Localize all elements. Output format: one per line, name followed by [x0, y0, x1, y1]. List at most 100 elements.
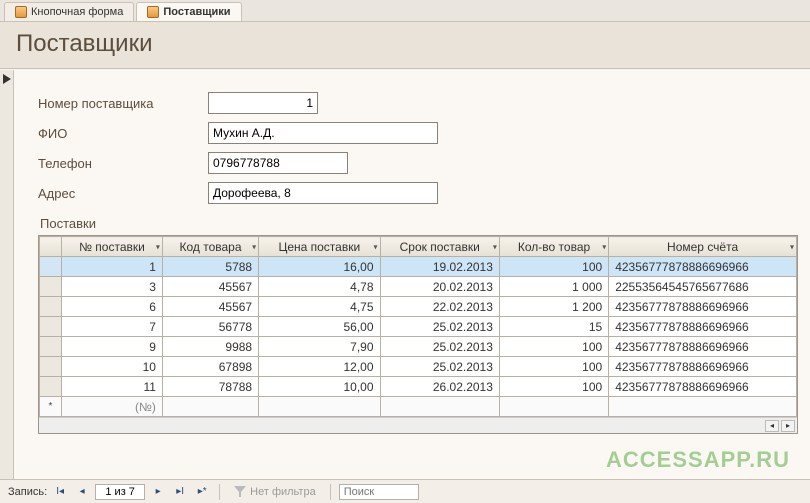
cell-date[interactable]: 25.02.2013 — [380, 357, 499, 377]
subform-title: Поставки — [40, 216, 790, 231]
row-selector[interactable] — [40, 357, 62, 377]
cell-no[interactable]: 9 — [62, 337, 163, 357]
dropdown-icon[interactable]: ▾ — [602, 242, 606, 251]
cell-no[interactable]: 6 — [62, 297, 163, 317]
cell-code[interactable]: 67898 — [162, 357, 258, 377]
cell-no[interactable]: 7 — [62, 317, 163, 337]
cell-no[interactable]: 10 — [62, 357, 163, 377]
nav-prev-button[interactable]: ◂ — [73, 484, 91, 500]
row-selector[interactable] — [40, 277, 62, 297]
cell-no[interactable]: 11 — [62, 377, 163, 397]
cell-price[interactable]: 4,78 — [259, 277, 380, 297]
filter-indicator[interactable]: Нет фильтра — [228, 486, 322, 498]
input-address[interactable] — [208, 182, 438, 204]
nav-first-button[interactable]: I◂ — [51, 484, 69, 500]
label-supplier-id: Номер поставщика — [38, 96, 208, 111]
scroll-left-icon[interactable]: ◂ — [765, 420, 779, 432]
cell-qty[interactable]: 15 — [499, 317, 608, 337]
cell-date[interactable]: 22.02.2013 — [380, 297, 499, 317]
form-header: Поставщики — [0, 22, 810, 69]
nav-position-input[interactable] — [95, 484, 145, 500]
cell-code[interactable]: 45567 — [162, 297, 258, 317]
cell-acct[interactable]: 42356777878886696966 — [609, 317, 797, 337]
cell-acct[interactable]: 42356777878886696966 — [609, 257, 797, 277]
table-row[interactable]: 106789812,0025.02.2013100423567778788866… — [40, 357, 797, 377]
cell-qty[interactable]: 100 — [499, 257, 608, 277]
input-supplier-id[interactable] — [208, 92, 318, 114]
dropdown-icon[interactable]: ▾ — [374, 242, 378, 251]
input-phone[interactable] — [208, 152, 348, 174]
cell-acct[interactable]: 42356777878886696966 — [609, 377, 797, 397]
cell-price[interactable]: 12,00 — [259, 357, 380, 377]
input-fio[interactable] — [208, 122, 438, 144]
cell-code[interactable]: 5788 — [162, 257, 258, 277]
tab-suppliers[interactable]: Поставщики — [136, 2, 241, 21]
table-new-row[interactable]: *(№) — [40, 397, 797, 417]
table-row[interactable]: 1578816,0019.02.201310042356777878886696… — [40, 257, 797, 277]
select-all-cell[interactable] — [40, 237, 62, 257]
cell-acct[interactable]: 22553564545765677686 — [609, 277, 797, 297]
grid-horizontal-scrollbar[interactable]: ◂ ▸ — [39, 417, 797, 433]
dropdown-icon[interactable]: ▾ — [790, 242, 794, 251]
col-header-acct[interactable]: Номер счёта▾ — [609, 237, 797, 257]
nav-last-button[interactable]: ▸I — [171, 484, 189, 500]
dropdown-icon[interactable]: ▾ — [252, 242, 256, 251]
cell-qty[interactable]: 100 — [499, 337, 608, 357]
cell-no[interactable]: 3 — [62, 277, 163, 297]
cell-price[interactable]: 10,00 — [259, 377, 380, 397]
cell-date[interactable]: 26.02.2013 — [380, 377, 499, 397]
table-row[interactable]: 117878810,0026.02.2013100423567778788866… — [40, 377, 797, 397]
deliveries-grid: № поставки▾ Код товара▾ Цена поставки▾ С… — [38, 235, 798, 434]
nav-new-button[interactable]: ▸* — [193, 484, 211, 500]
nav-label: Запись: — [8, 486, 47, 498]
row-selector[interactable] — [40, 257, 62, 277]
cell-date[interactable]: 20.02.2013 — [380, 277, 499, 297]
row-selector[interactable] — [40, 377, 62, 397]
cell-qty[interactable]: 1 000 — [499, 277, 608, 297]
page-title: Поставщики — [16, 30, 794, 58]
dropdown-icon[interactable]: ▾ — [156, 242, 160, 251]
cell-date[interactable]: 19.02.2013 — [380, 257, 499, 277]
col-header-qty[interactable]: Кол-во товар▾ — [499, 237, 608, 257]
table-row[interactable]: 75677856,0025.02.20131542356777878886696… — [40, 317, 797, 337]
col-header-no[interactable]: № поставки▾ — [62, 237, 163, 257]
cell-qty[interactable]: 100 — [499, 357, 608, 377]
nav-next-button[interactable]: ▸ — [149, 484, 167, 500]
separator — [330, 484, 331, 500]
cell-no[interactable]: 1 — [62, 257, 163, 277]
cell-acct[interactable]: 42356777878886696966 — [609, 337, 797, 357]
cell-qty[interactable]: 100 — [499, 377, 608, 397]
row-selector[interactable] — [40, 317, 62, 337]
cell-code[interactable]: 56778 — [162, 317, 258, 337]
col-header-code[interactable]: Код товара▾ — [162, 237, 258, 257]
cell-price[interactable]: 56,00 — [259, 317, 380, 337]
cell-acct[interactable]: 42356777878886696966 — [609, 297, 797, 317]
cell-qty[interactable]: 1 200 — [499, 297, 608, 317]
search-input[interactable] — [339, 484, 419, 500]
cell-date[interactable]: 25.02.2013 — [380, 337, 499, 357]
cell-price[interactable]: 7,90 — [259, 337, 380, 357]
cell-price[interactable]: 4,75 — [259, 297, 380, 317]
record-nav-bar: Запись: I◂ ◂ ▸ ▸I ▸* Нет фильтра — [0, 479, 810, 503]
row-selector[interactable] — [40, 297, 62, 317]
record-selector[interactable] — [0, 70, 14, 479]
new-row-icon[interactable]: * — [40, 397, 62, 417]
cell-date[interactable]: 25.02.2013 — [380, 317, 499, 337]
dropdown-icon[interactable]: ▾ — [493, 242, 497, 251]
scroll-right-icon[interactable]: ▸ — [781, 420, 795, 432]
separator — [219, 484, 220, 500]
cell-no[interactable]: (№) — [62, 397, 163, 417]
col-header-date[interactable]: Срок поставки▾ — [380, 237, 499, 257]
tab-bar: Кнопочная форма Поставщики — [0, 0, 810, 22]
cell-price[interactable]: 16,00 — [259, 257, 380, 277]
table-row[interactable]: 999887,9025.02.2013100423567778788866969… — [40, 337, 797, 357]
tab-button-form[interactable]: Кнопочная форма — [4, 2, 134, 21]
cell-code[interactable]: 9988 — [162, 337, 258, 357]
col-header-price[interactable]: Цена поставки▾ — [259, 237, 380, 257]
table-row[interactable]: 6455674,7522.02.20131 200423567778788866… — [40, 297, 797, 317]
cell-code[interactable]: 45567 — [162, 277, 258, 297]
cell-acct[interactable]: 42356777878886696966 — [609, 357, 797, 377]
table-row[interactable]: 3455674,7820.02.20131 000225535645457656… — [40, 277, 797, 297]
cell-code[interactable]: 78788 — [162, 377, 258, 397]
row-selector[interactable] — [40, 337, 62, 357]
